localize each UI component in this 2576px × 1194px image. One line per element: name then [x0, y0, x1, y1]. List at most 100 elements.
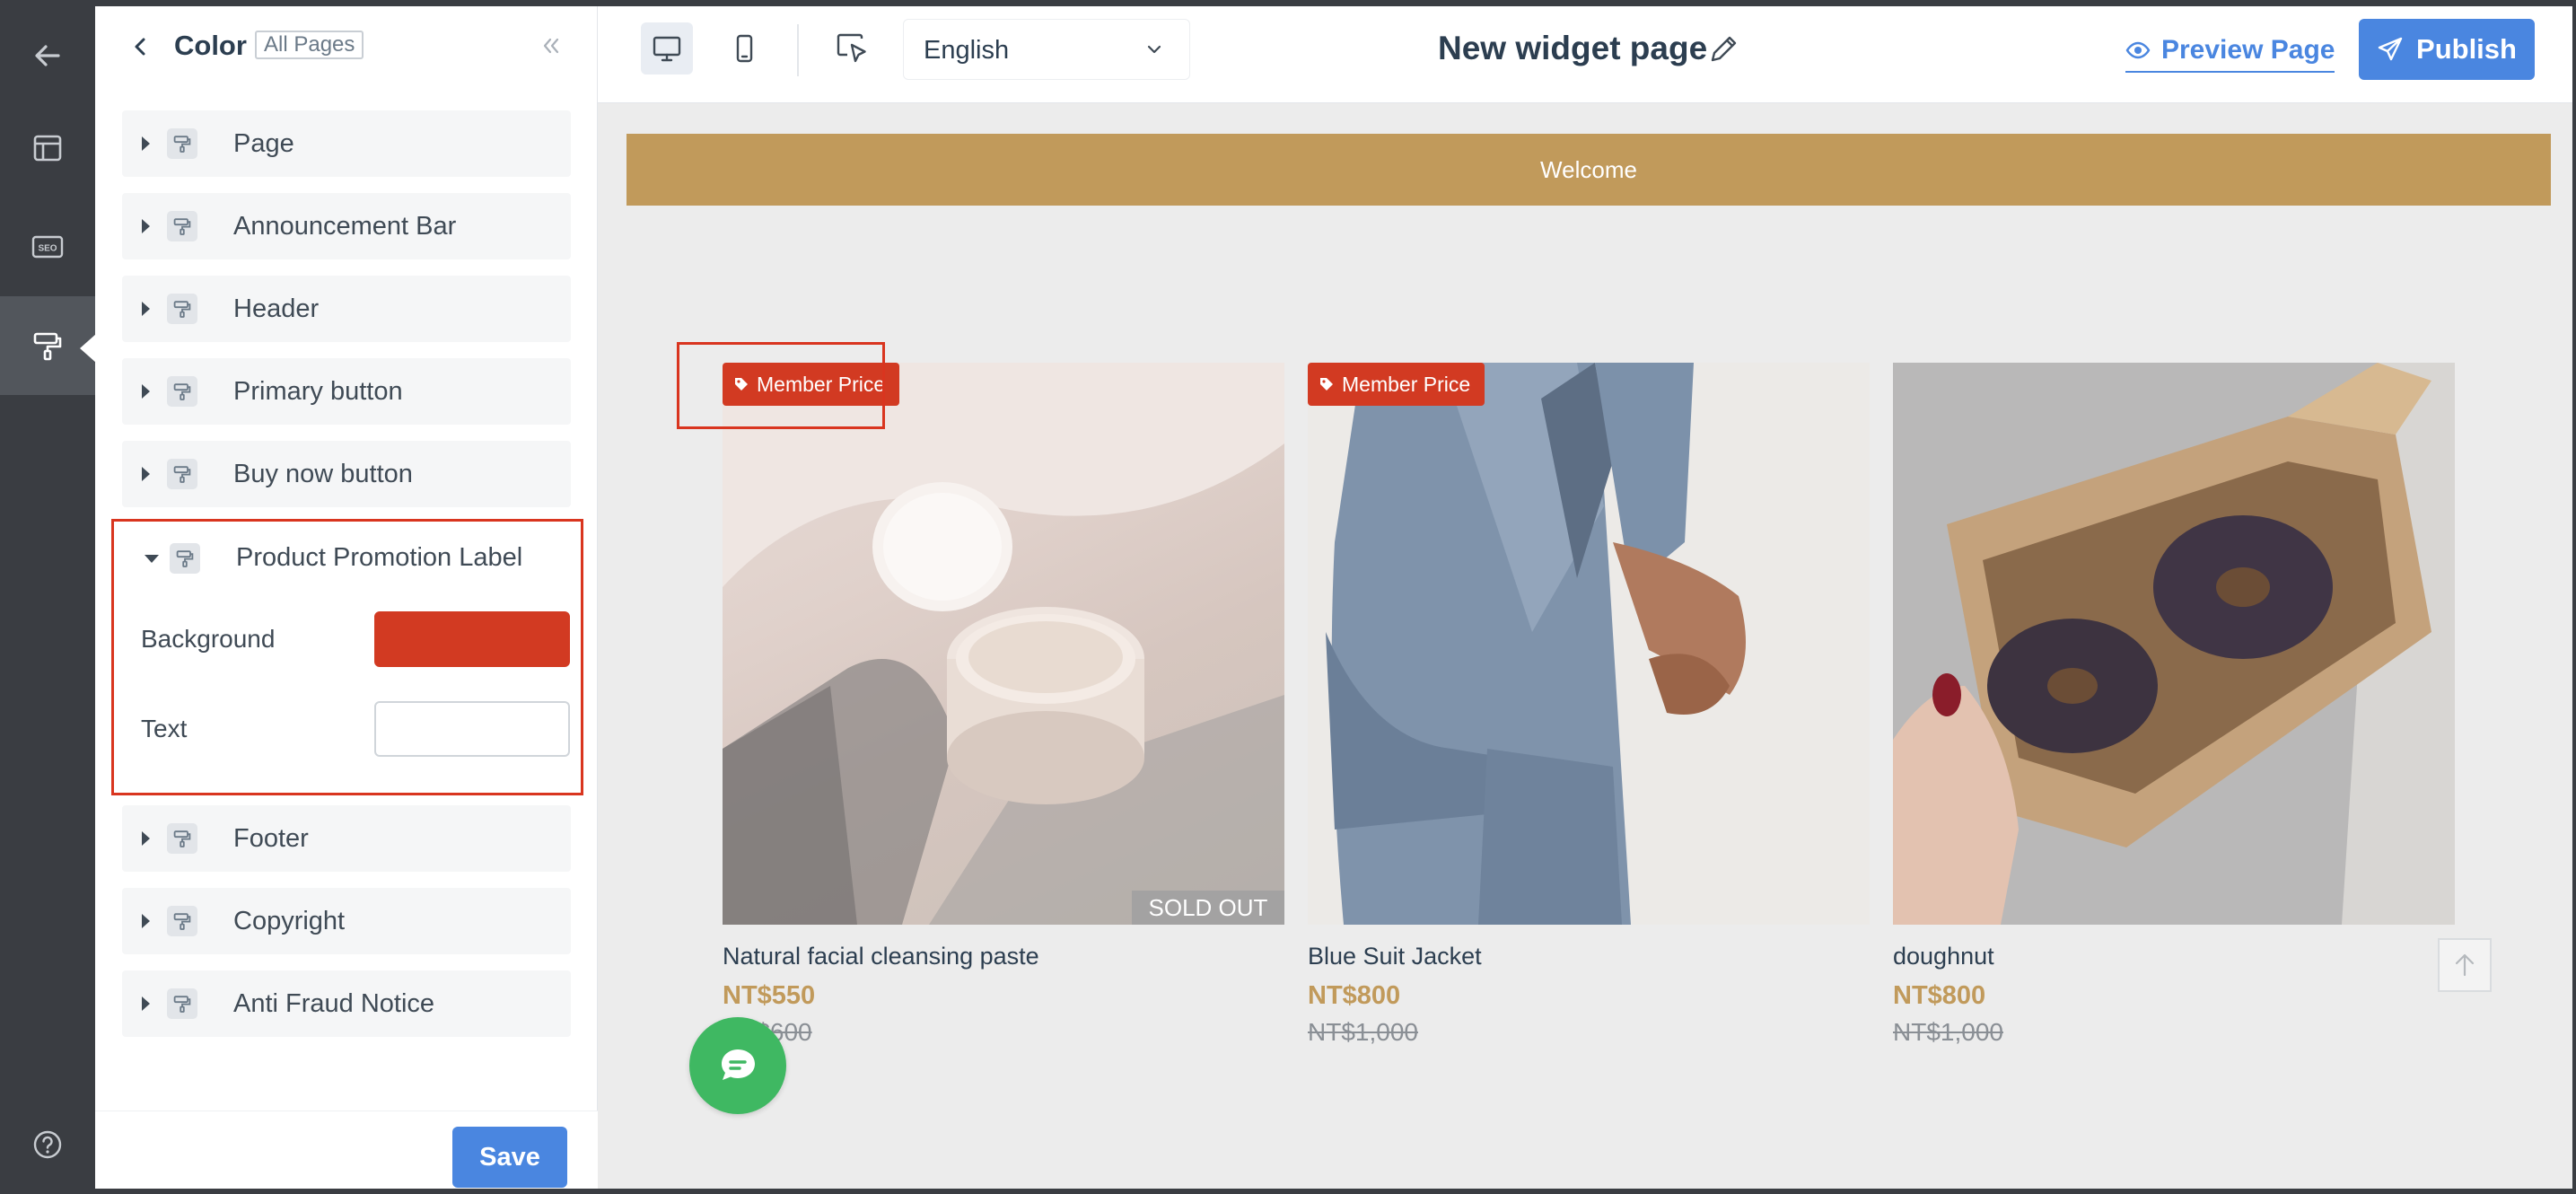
- page-preview-canvas: Welcome Member Price SOLD OUT Natural fa…: [598, 103, 2572, 1189]
- text-color-swatch[interactable]: [374, 701, 570, 757]
- promotion-label-badge: Member Price: [1308, 363, 1485, 406]
- edit-title-icon[interactable]: [1705, 31, 1741, 67]
- section-label: Header: [233, 294, 320, 323]
- product-original-price: NT$600: [723, 1018, 1284, 1047]
- back-button[interactable]: [0, 6, 95, 105]
- layout-button[interactable]: [0, 99, 95, 198]
- section-header[interactable]: Header: [122, 276, 571, 342]
- chat-bubble-icon: [722, 1049, 755, 1080]
- color-settings-panel: Color All Pages Page Announcement Bar He…: [95, 6, 598, 1189]
- language-select[interactable]: English: [903, 19, 1190, 80]
- caret-right-icon: [142, 136, 150, 151]
- window-frame-bottom: [0, 1189, 2576, 1194]
- product-card[interactable]: Member Price SOLD OUT Natural facial cle…: [723, 363, 1284, 1047]
- suit-jacket-photo: [1308, 363, 1870, 925]
- section-copyright[interactable]: Copyright: [122, 888, 571, 954]
- panel-header: Color All Pages: [95, 6, 598, 87]
- panel-footer: Save: [95, 1111, 598, 1189]
- product-original-price: NT$1,000: [1893, 1018, 2003, 1046]
- caret-right-icon: [142, 302, 150, 316]
- caret-down-icon: [145, 555, 159, 563]
- section-label: Footer: [233, 823, 309, 853]
- product-price: NT$550: [723, 981, 816, 1010]
- caret-right-icon: [142, 914, 150, 928]
- double-chevron-left-icon: [543, 38, 559, 54]
- preview-label: Preview Page: [2161, 35, 2335, 65]
- section-label: Announcement Bar: [233, 211, 457, 241]
- help-icon: [33, 1130, 62, 1159]
- paint-roller-icon: [167, 376, 197, 407]
- section-footer[interactable]: Footer: [122, 805, 571, 872]
- section-label: Product Promotion Label: [236, 543, 523, 572]
- section-primary-button[interactable]: Primary button: [122, 358, 571, 425]
- seo-icon: SEO: [31, 235, 64, 259]
- section-anti-fraud-notice[interactable]: Anti Fraud Notice: [122, 970, 571, 1037]
- section-label: Page: [233, 128, 294, 158]
- paint-roller-icon: [167, 906, 197, 936]
- background-color-swatch[interactable]: [374, 611, 570, 667]
- paint-roller-icon: [33, 332, 62, 361]
- product-original-price: NT$1,000: [1308, 1018, 1418, 1046]
- publish-label: Publish: [2416, 33, 2517, 65]
- panel-title: Color: [174, 30, 247, 61]
- publish-button[interactable]: Publish: [2359, 19, 2535, 80]
- sold-out-badge: SOLD OUT: [1132, 891, 1284, 925]
- section-product-promotion-label: Product Promotion Label Background Text: [111, 519, 583, 795]
- window-frame-right: [2572, 0, 2576, 1194]
- announcement-bar[interactable]: Welcome: [626, 134, 2551, 206]
- help-button[interactable]: [0, 1104, 95, 1185]
- top-toolbar: English New widget page Preview Page Pub…: [598, 6, 2572, 103]
- left-rail: SEO: [0, 6, 96, 1189]
- section-page[interactable]: Page: [122, 110, 571, 177]
- product-price: NT$800: [1893, 981, 1986, 1010]
- design-button[interactable]: [0, 296, 96, 395]
- cleansing-paste-photo: [723, 363, 1284, 925]
- toolbar-divider: [797, 24, 799, 76]
- section-label: Anti Fraud Notice: [233, 988, 435, 1018]
- window-frame-top: [0, 0, 2576, 6]
- desktop-view-button[interactable]: [641, 22, 693, 75]
- caret-right-icon: [142, 467, 150, 481]
- product-name: Blue Suit Jacket: [1308, 943, 1482, 970]
- layout-icon: [33, 135, 62, 162]
- chevron-left-icon: [135, 38, 145, 56]
- panel-back-button[interactable]: [126, 31, 156, 62]
- section-buy-now-button[interactable]: Buy now button: [122, 441, 571, 507]
- collapse-panel-button[interactable]: [535, 30, 567, 62]
- product-card[interactable]: doughnut NT$800 NT$1,000: [1893, 363, 2455, 1047]
- language-value: English: [924, 36, 1010, 65]
- caret-right-icon: [142, 996, 150, 1011]
- select-element-button[interactable]: [826, 22, 878, 75]
- page-title: New widget page: [1438, 30, 1708, 66]
- arrow-up-icon: [2455, 953, 2475, 977]
- paint-roller-icon: [167, 128, 197, 159]
- eye-icon: [2125, 41, 2151, 59]
- seo-button[interactable]: SEO: [0, 198, 95, 296]
- scope-badge: All Pages: [255, 31, 364, 59]
- mobile-view-button[interactable]: [718, 22, 770, 75]
- product-price: NT$800: [1308, 981, 1401, 1010]
- promotion-label-text: Member Price: [1342, 372, 1471, 396]
- desktop-icon: [653, 36, 681, 62]
- product-card[interactable]: Member Price Blue Suit Jacket NT$800 NT$…: [1308, 363, 1870, 1047]
- caret-right-icon: [142, 219, 150, 233]
- section-label: Primary button: [233, 376, 403, 406]
- promo-section-header[interactable]: Product Promotion Label: [125, 525, 574, 592]
- product-name: doughnut: [1893, 943, 1994, 970]
- active-pointer: [80, 334, 96, 363]
- back-to-top-button[interactable]: [2438, 938, 2492, 992]
- product-image: Member Price: [1308, 363, 1870, 925]
- paint-roller-icon: [167, 988, 197, 1019]
- preview-page-link[interactable]: Preview Page: [2125, 30, 2335, 73]
- promotion-label-highlight: [677, 342, 885, 429]
- caret-right-icon: [142, 384, 150, 399]
- product-image: Member Price SOLD OUT: [723, 363, 1284, 925]
- paint-roller-icon: [167, 823, 197, 854]
- chat-button[interactable]: [689, 1017, 786, 1114]
- paper-plane-icon: [2378, 37, 2403, 61]
- section-announcement-bar[interactable]: Announcement Bar: [122, 193, 571, 259]
- paint-roller-icon: [167, 459, 197, 489]
- seo-icon-text: SEO: [38, 244, 57, 254]
- save-button[interactable]: Save: [452, 1127, 567, 1188]
- text-color-label: Text: [141, 715, 188, 742]
